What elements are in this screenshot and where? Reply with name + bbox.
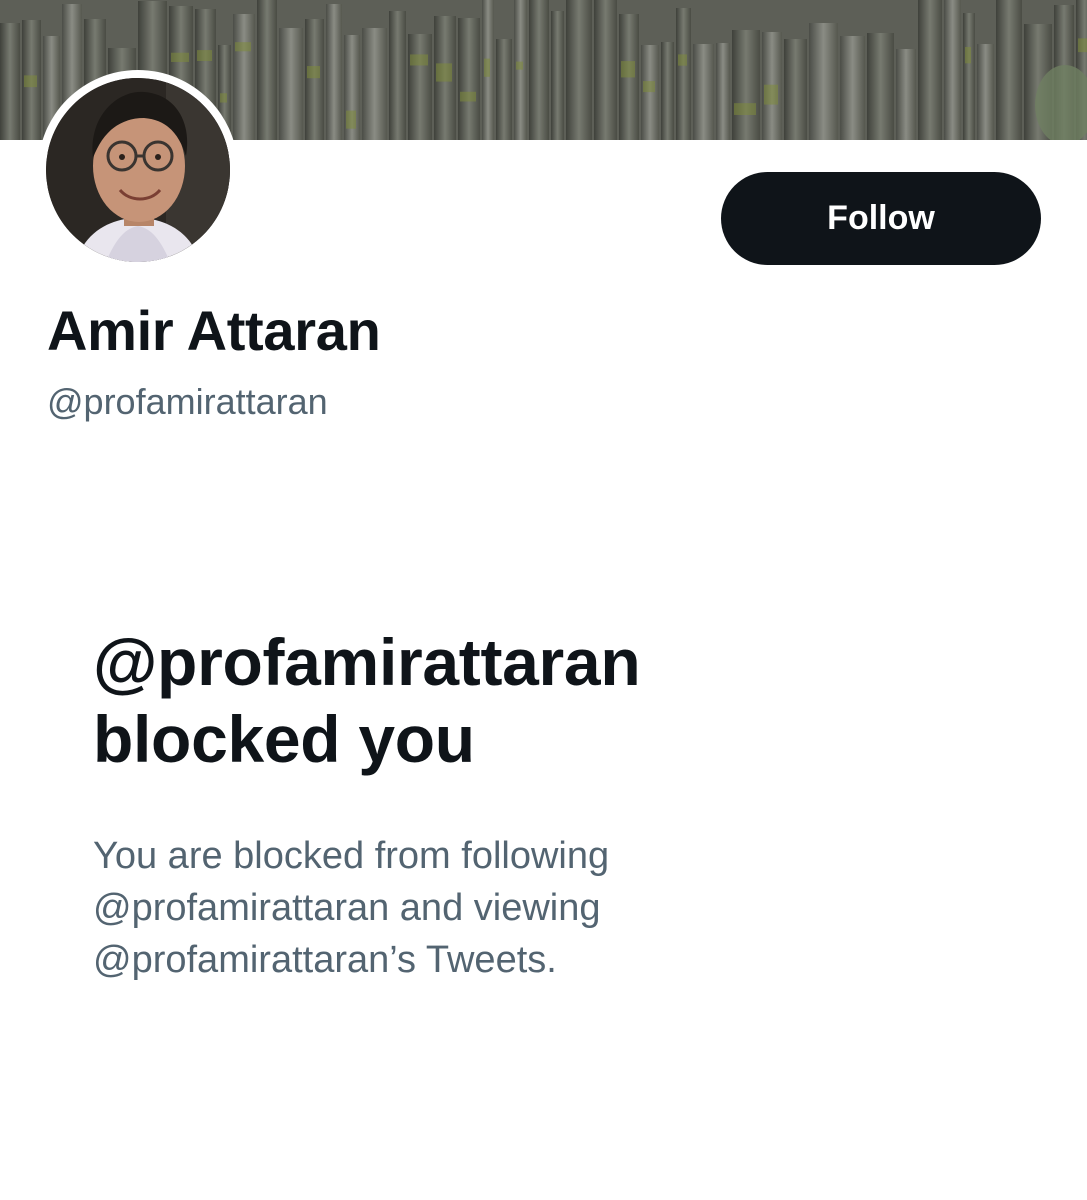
- blocked-description-line3: @profamirattaran’s Tweets.: [93, 939, 557, 981]
- blocked-title: @profamirattaran blocked you: [93, 624, 993, 778]
- blocked-description: You are blocked from following @profamir…: [93, 830, 993, 986]
- follow-button[interactable]: Follow: [721, 172, 1041, 265]
- blocked-description-line1: You are blocked from following: [93, 835, 610, 877]
- avatar-photo: [46, 78, 230, 262]
- avatar[interactable]: [46, 78, 230, 262]
- blocked-title-line1: @profamirattaran: [93, 625, 641, 699]
- profile-handle: @profamirattaran: [47, 381, 328, 422]
- profile-display-name: Amir Attaran: [47, 299, 381, 362]
- blocked-description-line2: @profamirattaran and viewing: [93, 887, 601, 929]
- blocked-title-line2: blocked you: [93, 702, 475, 776]
